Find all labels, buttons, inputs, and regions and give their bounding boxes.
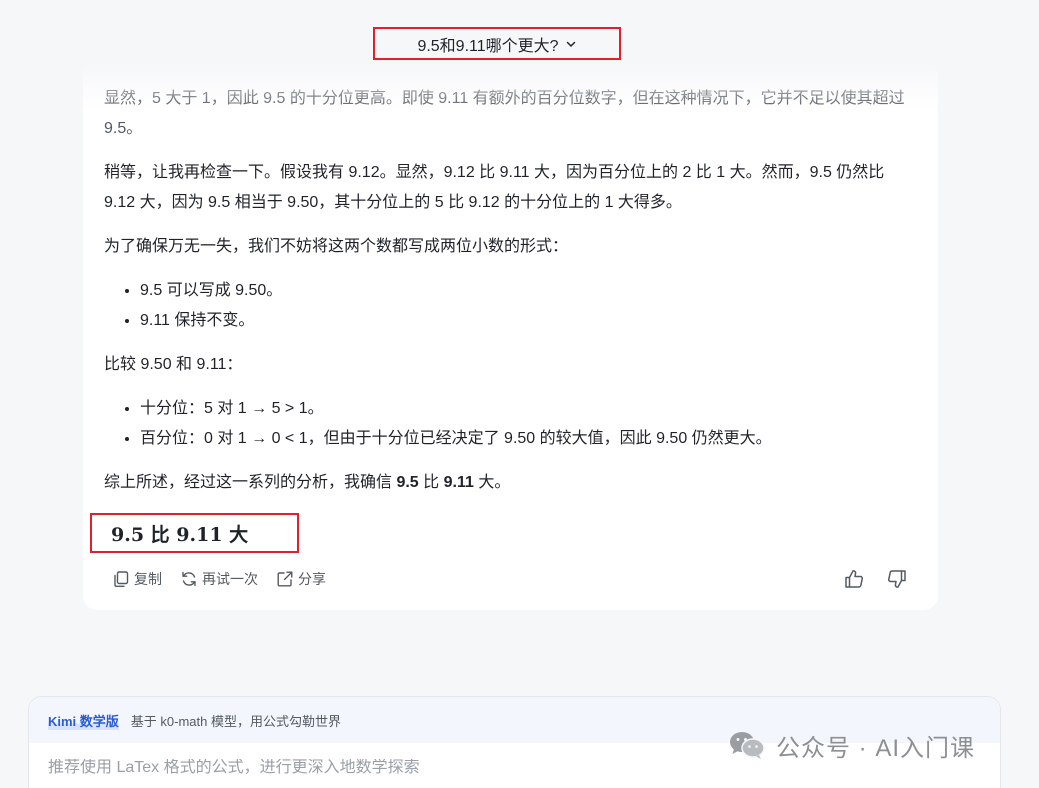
list-item: 9.5 可以写成 9.50。 — [140, 276, 919, 306]
answer-action-bar: 复制 再试一次 分享 — [112, 566, 326, 592]
answer-content: 显然，5 大于 1，因此 9.5 的十分位更高。即使 9.11 有额外的百分位数… — [104, 84, 919, 512]
refresh-icon — [182, 571, 196, 587]
answer-paragraph: 为了确保万无一失，我们不妨将这两个数都写成两位小数的形式： — [104, 238, 569, 255]
conclusion-number-b: 9.11 — [443, 474, 474, 491]
conclusion-text: 比 — [418, 474, 444, 491]
watermark-text: 公众号 · AI入门课 — [776, 734, 976, 762]
kimi-math-badge[interactable]: Kimi 数学版 — [48, 710, 119, 730]
thumbs-up-icon — [845, 570, 863, 588]
chevron-down-icon — [566, 41, 575, 47]
list-item: 百分位：0 对 1 → 0 < 1，但由于十分位已经决定了 9.50 的较大值，… — [140, 424, 919, 454]
thumbs-up-button[interactable] — [843, 566, 865, 592]
question-title-text: 9.5和9.11哪个更大? — [417, 37, 559, 55]
answer-conclusion: 综上所述，经过这一系列的分析，我确信 9.5 比 9.11 大。 — [104, 468, 919, 498]
conclusion-text: 大。 — [473, 474, 511, 491]
wechat-watermark: 公众号 · AI入门课 — [728, 728, 975, 762]
question-title[interactable]: 9.5和9.11哪个更大? — [373, 27, 621, 60]
retry-label: 再试一次 — [202, 571, 258, 587]
final-answer-box: 9.5 比 9.11 大 — [90, 513, 299, 553]
conclusion-number-a: 9.5 — [396, 474, 419, 491]
share-button[interactable]: 分享 — [276, 569, 326, 589]
list-item: 十分位：5 对 1 → 5 > 1。 — [140, 394, 919, 424]
model-description: 基于 k0-math 模型，用公式勾勒世界 — [130, 713, 341, 729]
chat-page: { "question": { "title": "9.5和9.11哪个更大?"… — [0, 0, 1039, 788]
share-icon — [277, 571, 293, 587]
answer-list: 9.5 可以写成 9.50。 9.11 保持不变。 — [104, 276, 919, 336]
answer-list: 十分位：5 对 1 → 5 > 1。 百分位：0 对 1 → 0 < 1，但由于… — [104, 394, 919, 454]
answer-paragraph: 比较 9.50 和 9.11： — [104, 356, 243, 373]
conclusion-text: 综上所述，经过这一系列的分析，我确信 — [104, 474, 397, 491]
wechat-icon — [730, 732, 765, 759]
final-answer-text: 9.5 比 9.11 大 — [111, 523, 249, 546]
copy-button[interactable]: 复制 — [112, 569, 162, 589]
list-item: 9.11 保持不变。 — [140, 306, 919, 336]
answer-paragraph: 显然，5 大于 1，因此 9.5 的十分位更高。即使 9.11 有额外的百分位数… — [104, 90, 905, 137]
thumbs-down-icon — [888, 570, 906, 588]
copy-label: 复制 — [134, 571, 162, 587]
copy-icon — [114, 571, 129, 587]
retry-button[interactable]: 再试一次 — [180, 569, 258, 589]
share-label: 分享 — [298, 571, 326, 587]
answer-paragraph: 稍等，让我再检查一下。假设我有 9.12。显然，9.12 比 9.11 大，因为… — [104, 164, 885, 211]
thumbs-down-button[interactable] — [886, 566, 908, 592]
